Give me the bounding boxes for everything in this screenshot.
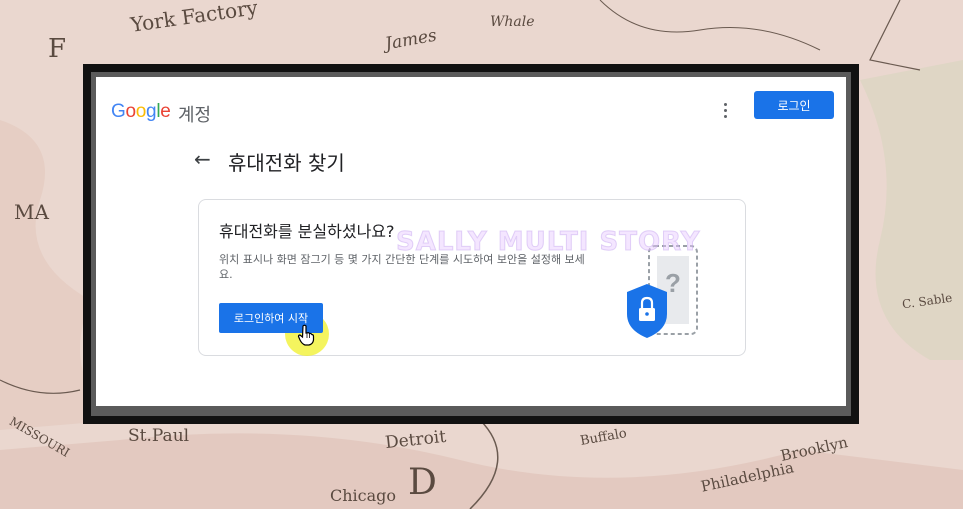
map-label: D [408,462,437,503]
page-title: 휴대전화 찾기 [228,151,345,175]
hand-cursor-icon [297,324,315,346]
map-label: Whale [490,14,535,30]
map-label: F [48,34,67,64]
card-title: 휴대전화를 분실하셨나요? [219,222,395,241]
map-label: MA [14,200,49,224]
lost-phone-card: 휴대전화를 분실하셨나요? 위치 표시나 화면 잠그기 등 몇 가지 간단한 단… [198,199,746,356]
shield-lock-icon [627,284,667,338]
more-vert-icon[interactable] [716,101,734,121]
watermark: SALLY MULTI STORY [396,227,701,258]
login-button[interactable]: 로그인 [754,91,834,119]
map-label: St.Paul [128,426,190,446]
map-label: Chicago [330,486,397,505]
account-label: 계정 [178,105,212,126]
google-logo[interactable]: Google [111,101,171,123]
phone-security-illustration: ? [627,245,698,338]
svg-text:?: ? [665,268,681,298]
header: Google 계정 로그인 [96,77,846,137]
back-arrow-icon[interactable]: ← [194,147,211,171]
screenshot-border: Google 계정 로그인 ← 휴대전화 찾기 휴대전화를 분실하셨나요? 위치… [91,72,851,416]
screenshot-frame: Google 계정 로그인 ← 휴대전화 찾기 휴대전화를 분실하셨나요? 위치… [83,64,859,424]
google-account-page: Google 계정 로그인 ← 휴대전화 찾기 휴대전화를 분실하셨나요? 위치… [96,77,846,406]
